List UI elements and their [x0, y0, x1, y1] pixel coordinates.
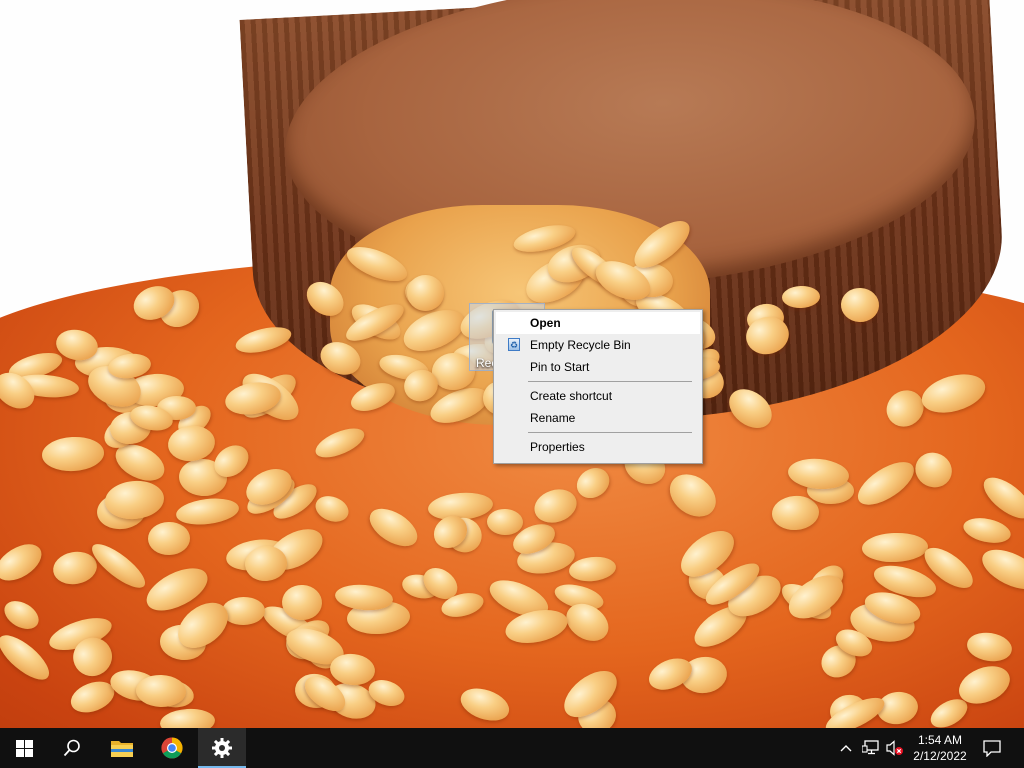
wallpaper-bean: [299, 275, 351, 325]
taskbar-clock[interactable]: 1:54 AM 2/12/2022: [905, 732, 975, 764]
clock-date: 2/12/2022: [913, 749, 967, 763]
desktop-background[interactable]: Rec Open ♻ Empty Recycle Bin Pin to Star…: [0, 0, 1024, 728]
wallpaper-bean: [363, 500, 425, 554]
wallpaper-bean: [0, 595, 44, 636]
chevron-up-icon: [840, 745, 852, 752]
wallpaper-bean: [486, 508, 523, 537]
wallpaper-bean: [840, 286, 880, 323]
wallpaper-bean: [570, 462, 615, 504]
wallpaper-bean: [166, 423, 217, 465]
wallpaper-bean: [50, 548, 100, 588]
wallpaper-bean: [661, 465, 724, 525]
search-button[interactable]: [48, 728, 96, 768]
menu-separator: [528, 432, 692, 433]
volume-muted-icon: [886, 740, 903, 756]
wallpaper-bean: [909, 446, 958, 494]
menu-item-empty-recycle-bin[interactable]: ♻ Empty Recycle Bin: [496, 334, 700, 356]
menu-item-label: Create shortcut: [530, 389, 613, 403]
wallpaper-bean: [530, 483, 582, 528]
clock-time: 1:54 AM: [917, 733, 963, 747]
wallpaper-bean: [342, 239, 412, 288]
windows-logo-icon: [15, 739, 33, 757]
menu-item-create-shortcut[interactable]: Create shortcut: [496, 385, 700, 407]
context-menu: Open ♻ Empty Recycle Bin Pin to Start Cr…: [493, 309, 703, 464]
menu-item-pin-to-start[interactable]: Pin to Start: [496, 356, 700, 378]
menu-item-open[interactable]: Open: [496, 312, 700, 334]
wallpaper-bean: [861, 532, 929, 564]
action-center-icon: [983, 739, 1001, 757]
wallpaper-bean: [771, 494, 821, 532]
wallpaper-bean: [781, 285, 820, 309]
wallpaper-bean: [174, 495, 241, 528]
taskbar-app-settings[interactable]: [198, 728, 246, 768]
menu-item-rename[interactable]: Rename: [496, 407, 700, 429]
recycle-bin-icon: ♻: [508, 338, 520, 351]
wallpaper-bean: [40, 435, 105, 473]
wallpaper-bean: [0, 628, 56, 687]
wallpaper-bean: [960, 514, 1013, 548]
wallpaper-bean: [0, 536, 48, 588]
tray-overflow-button[interactable]: [836, 728, 856, 768]
taskbar-app-file-explorer[interactable]: [98, 728, 146, 768]
menu-item-label: Empty Recycle Bin: [530, 338, 631, 352]
wallpaper-bean: [567, 554, 618, 584]
wallpaper-bean: [147, 521, 190, 555]
wallpaper-bean: [340, 297, 409, 349]
wallpaper-bean: [976, 542, 1024, 598]
menu-separator: [528, 381, 692, 382]
menu-item-label: Pin to Start: [530, 360, 590, 374]
folder-icon: [111, 741, 133, 757]
start-button[interactable]: [0, 728, 48, 768]
menu-item-properties[interactable]: Properties: [496, 436, 700, 458]
wallpaper-bean: [917, 367, 989, 419]
tray-volume-button[interactable]: [884, 728, 906, 768]
wallpaper-bean: [311, 423, 368, 464]
wallpaper-bean: [965, 629, 1015, 665]
menu-item-label: Properties: [530, 440, 585, 454]
wallpaper-bean: [328, 652, 377, 688]
action-center-button[interactable]: [980, 728, 1004, 768]
chrome-icon: [161, 737, 183, 759]
wallpaper-bean: [312, 491, 353, 527]
gear-icon: [212, 738, 232, 758]
wallpaper-bean: [159, 706, 217, 728]
wallpaper-bean: [347, 377, 400, 418]
taskbar-app-chrome[interactable]: [148, 728, 196, 768]
menu-item-label: Open: [530, 316, 561, 330]
wallpaper-bean: [851, 454, 921, 514]
wallpaper-bean: [233, 322, 294, 358]
wallpaper-bean: [406, 274, 445, 312]
wallpaper-bean: [316, 335, 367, 380]
menu-item-label: Rename: [530, 411, 576, 425]
wallpaper-bean: [456, 682, 513, 726]
taskbar: 1:54 AM 2/12/2022: [0, 728, 1024, 768]
wallpaper-bean: [879, 383, 931, 435]
wallpaper-bean: [221, 596, 265, 626]
network-icon: [862, 740, 879, 755]
wallpaper-bean: [722, 381, 780, 437]
tray-network-button[interactable]: [860, 728, 882, 768]
search-icon: [63, 739, 80, 757]
